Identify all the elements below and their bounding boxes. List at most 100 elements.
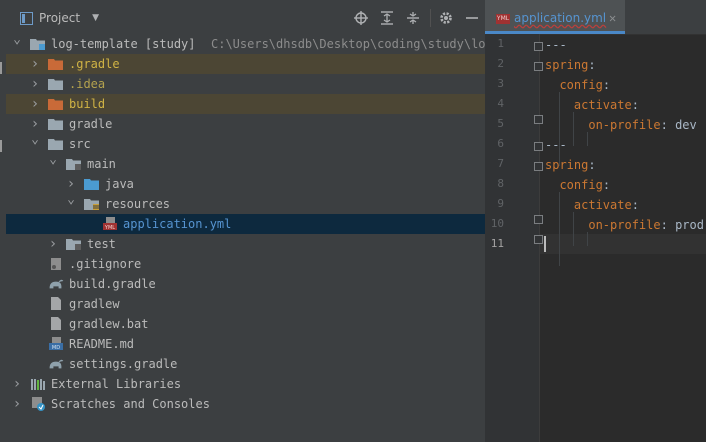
folder-icon [48,137,64,151]
tree-item-label: test [87,237,116,251]
yaml-key: on-profile [588,118,661,132]
chevron-right-icon[interactable]: › [30,94,40,114]
tree-row[interactable]: ⌄ src [6,132,485,154]
yaml-separator: : [660,218,676,232]
tree-item-label: gradlew.bat [69,317,149,331]
yml-file-icon: YML [102,217,118,231]
fold-marker-icon[interactable] [534,235,543,244]
tree-row[interactable]: › Scratches and Consoles [6,394,485,414]
code-line: --- [545,138,567,152]
tree-item-label: External Libraries [51,377,182,391]
locate-icon[interactable] [353,10,369,26]
structure-tool-window-marker[interactable] [0,140,2,152]
tree-row[interactable]: build.gradle [6,274,485,294]
tree-item-label: src [69,137,91,151]
code-line: config: [545,78,610,92]
tree-item-label: java [105,177,134,191]
hide-icon[interactable] [464,10,480,26]
chevron-right-icon[interactable]: › [48,234,58,254]
fold-marker-icon[interactable] [534,62,543,71]
line-number: 2 [497,57,504,70]
editor-pane: YML application.yml ✕ 1 2 3 4 5 6 7 8 9 10 11 --- s… [485,0,706,442]
tree-item-label: resources [105,197,171,211]
yaml-separator: : [660,118,676,132]
project-tool-window-marker[interactable] [0,62,2,74]
chevron-down-icon[interactable]: ⌄ [30,130,40,150]
tree-row[interactable]: › java [6,174,485,194]
yaml-separator: : [588,158,596,172]
indent-guide [587,132,588,146]
settings-icon[interactable] [438,10,454,26]
tree-item-label: .idea [69,77,106,91]
tree-row[interactable]: YML application.yml [6,214,485,234]
chevron-down-icon: ▼ [92,13,99,23]
tree-row[interactable]: › test [6,234,485,254]
fold-marker-icon[interactable] [534,42,543,51]
tree-row[interactable]: gradlew.bat [6,314,485,334]
indent-guide [573,112,574,146]
tree-row[interactable]: › .gradle [6,54,485,74]
line-number: 9 [497,197,504,210]
indent-guide [559,192,560,266]
tree-row[interactable]: MD README.md [6,334,485,354]
code-line: on-profile: dev [545,118,696,132]
line-number: 7 [497,157,504,170]
scratches-icon [30,397,46,411]
tree-item-label: application.yml [123,217,232,231]
indent-guide [587,232,588,246]
project-view-icon [20,11,33,25]
project-view-selector[interactable]: Project ▼ [20,11,99,25]
chevron-down-icon[interactable]: ⌄ [48,150,58,170]
code-line: on-profile: prod [545,218,704,232]
fold-marker-icon[interactable] [534,162,543,171]
tree-item-label: README.md [69,337,135,351]
text-caret [544,236,546,252]
yaml-separator: : [602,178,611,192]
code-line: config: [545,178,610,192]
folder-icon [48,117,64,131]
tree-row[interactable]: ⌄ resources [6,192,485,214]
line-number: 10 [490,217,504,230]
module-folder-icon [30,37,46,51]
close-icon[interactable]: ✕ [609,11,616,25]
yaml-separator: : [631,98,639,112]
tree-row[interactable]: ⌄ main [6,152,485,174]
chevron-right-icon[interactable]: › [12,394,22,414]
line-number: 1 [497,37,504,50]
tree-row[interactable]: › gradle [6,114,485,134]
folder-icon [48,77,64,91]
fold-marker-icon[interactable] [534,115,543,124]
tab-application-yml[interactable]: YML application.yml ✕ [485,0,625,34]
markdown-file-icon: MD [48,337,64,351]
line-number: 4 [497,97,504,110]
chevron-right-icon[interactable]: › [30,54,40,74]
fold-marker-icon[interactable] [534,215,543,224]
chevron-down-icon[interactable]: ⌄ [66,190,76,210]
tree-row[interactable]: › build [6,94,485,114]
tree-item-label: log-template [study] [51,37,196,51]
tree-row[interactable]: gradlew [6,294,485,314]
editor-tab-bar: YML application.yml ✕ [485,0,706,35]
indent-guide [573,212,574,246]
tree-row[interactable]: .gitignore [6,254,485,274]
yaml-separator: : [588,58,596,72]
libraries-icon [30,377,46,391]
yaml-separator: : [631,198,639,212]
yaml-key: config [559,178,603,192]
expand-all-icon[interactable] [379,10,395,26]
yml-file-icon: YML [496,14,510,24]
tree-item-label: .gitignore [69,257,142,271]
code-line: --- [545,38,567,52]
tree-row[interactable]: ⌄ log-template [study] C:\Users\dhsdb\Desk… [6,32,558,54]
chevron-down-icon[interactable]: ⌄ [12,30,22,50]
project-view-label: Project [39,11,81,25]
collapse-all-icon[interactable] [405,10,421,26]
tree-row[interactable]: › .idea [6,74,485,94]
tree-row[interactable]: settings.gradle [6,354,485,374]
tree-item-label: .gradle [69,57,120,71]
yaml-separator: : [602,78,611,92]
tree-row[interactable]: › External Libraries [6,374,485,394]
fold-marker-icon[interactable] [534,142,543,151]
chevron-right-icon[interactable]: › [12,374,22,394]
chevron-right-icon[interactable]: › [30,74,40,94]
